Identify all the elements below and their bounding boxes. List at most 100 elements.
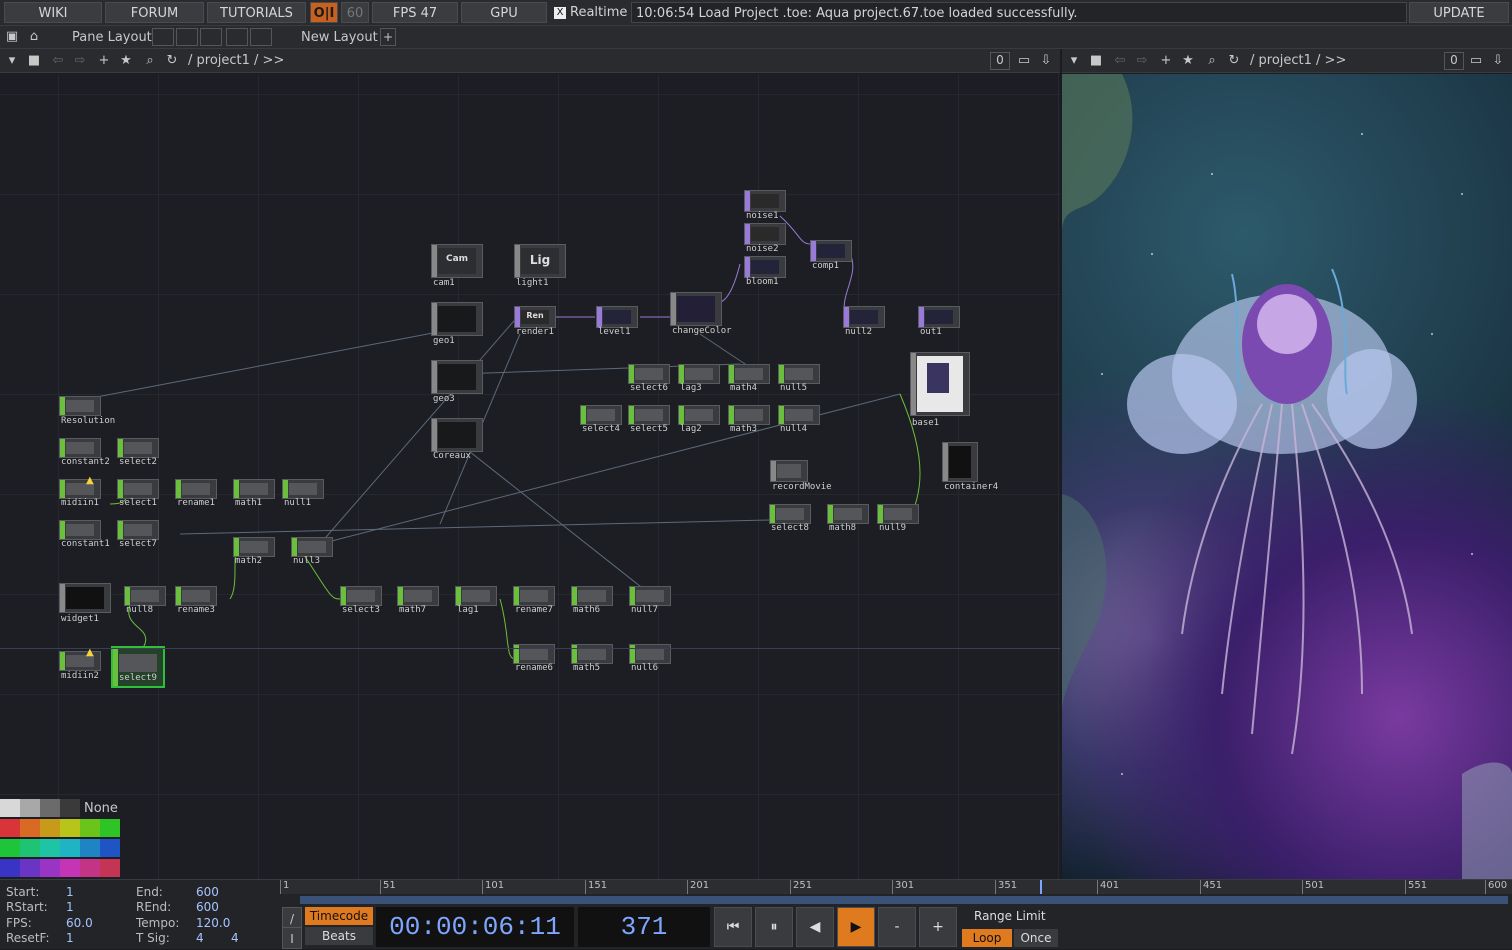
time-display[interactable]: 00:00:06:11 [376, 907, 574, 947]
star-icon[interactable]: ★ [1178, 52, 1198, 70]
lag2-node[interactable] [678, 405, 720, 425]
timecode-toggle[interactable]: Timecode [305, 907, 373, 925]
pause-icon[interactable]: ⏸ [755, 907, 793, 947]
layout-option-2[interactable] [176, 28, 198, 46]
color-swatch[interactable] [40, 799, 60, 817]
null4-node[interactable] [778, 405, 820, 425]
stop-icon[interactable]: ■ [24, 52, 44, 70]
math8-node[interactable] [827, 504, 869, 524]
download-icon[interactable]: ⇩ [1036, 52, 1056, 70]
resolution-node[interactable] [59, 396, 101, 416]
render1-node[interactable]: Ren [514, 306, 556, 328]
start-value[interactable]: 1 [66, 885, 74, 899]
constant2-node[interactable] [59, 438, 101, 458]
add-icon[interactable]: + [1156, 52, 1176, 70]
update-button[interactable]: UPDATE [1409, 2, 1509, 23]
none-label[interactable]: None [84, 801, 118, 816]
forward-icon[interactable]: ⇨ [70, 52, 90, 70]
search-icon[interactable]: ⌕ [140, 52, 160, 70]
color-swatch[interactable] [20, 799, 40, 817]
math1-node[interactable] [233, 479, 275, 499]
rewind-icon[interactable]: ⏮ [714, 907, 752, 947]
color-swatch[interactable] [40, 859, 60, 877]
color-swatch[interactable] [80, 839, 100, 857]
null3-node[interactable] [291, 537, 333, 557]
color-swatch[interactable] [80, 859, 100, 877]
color-swatch[interactable] [0, 799, 20, 817]
bloom1-node[interactable] [744, 256, 786, 278]
resetf-value[interactable]: 1 [66, 931, 74, 945]
null1-node[interactable] [282, 479, 324, 499]
null7-node[interactable] [629, 586, 671, 606]
math3-node[interactable] [728, 405, 770, 425]
oi-toggle[interactable]: O|I [310, 2, 338, 23]
select4-node[interactable] [580, 405, 622, 425]
tsig-denominator[interactable]: 4 [231, 931, 239, 945]
color-swatch[interactable] [20, 839, 40, 857]
tsig-numerator[interactable]: 4 [196, 931, 204, 945]
color-swatch[interactable] [60, 799, 80, 817]
container4-node[interactable] [942, 442, 978, 482]
lag1-node[interactable] [455, 586, 497, 606]
timeline-ruler[interactable]: 1 51 101 151 201 251 301 351 401 451 501… [280, 880, 1512, 894]
null6-node[interactable] [629, 644, 671, 664]
loop-toggle[interactable]: Loop [962, 929, 1012, 947]
step-back-icon[interactable]: ◀ [796, 907, 834, 947]
color-swatch[interactable] [80, 819, 100, 837]
count-field[interactable]: 0 [1444, 52, 1464, 70]
rename6-node[interactable] [513, 644, 555, 664]
rstart-value[interactable]: 1 [66, 900, 74, 914]
beats-toggle[interactable]: Beats [305, 927, 373, 945]
star-icon[interactable]: ★ [116, 52, 136, 70]
select1-node[interactable] [117, 479, 159, 499]
lag3-node[interactable] [678, 364, 720, 384]
layout-option-4[interactable] [226, 28, 248, 46]
recordmovie-node[interactable] [770, 460, 808, 482]
playhead[interactable] [1040, 880, 1042, 894]
comp1-node[interactable] [810, 240, 852, 262]
light1-node[interactable]: Lig [514, 244, 566, 278]
tutorials-button[interactable]: TUTORIALS [207, 2, 306, 23]
rend-value[interactable]: 600 [196, 900, 219, 914]
color-swatch[interactable] [0, 859, 20, 877]
layout-option-1[interactable] [152, 28, 174, 46]
realtime-checkbox[interactable]: X [554, 7, 566, 19]
base1-node[interactable] [910, 352, 970, 416]
null2-node[interactable] [843, 306, 885, 328]
back-icon[interactable]: ⇦ [1110, 52, 1130, 70]
slash-button[interactable]: / [282, 907, 302, 929]
color-swatch[interactable] [40, 819, 60, 837]
null9-node[interactable] [877, 504, 919, 524]
forum-button[interactable]: FORUM [105, 2, 204, 23]
bar-button[interactable]: I [282, 927, 302, 949]
color-swatch[interactable] [100, 819, 120, 837]
out1-node[interactable] [918, 306, 960, 328]
rename3-node[interactable] [175, 586, 217, 606]
changecolor-node[interactable] [670, 292, 722, 326]
gpu-button[interactable]: GPU [461, 2, 547, 23]
end-value[interactable]: 600 [196, 885, 219, 899]
search-icon[interactable]: ⌕ [1202, 52, 1222, 70]
viewer-path[interactable]: / project1 / >> [1250, 53, 1346, 68]
null8-node[interactable] [124, 586, 166, 606]
select6-node[interactable] [628, 364, 670, 384]
level1-node[interactable] [596, 306, 638, 328]
stop-icon[interactable]: ■ [1086, 52, 1106, 70]
widget1-node[interactable] [59, 583, 111, 613]
forward-icon[interactable]: ⇨ [1132, 52, 1152, 70]
menu-down-icon[interactable]: ▾ [1064, 52, 1084, 70]
color-swatch[interactable] [60, 819, 80, 837]
new-layout-button[interactable]: + [380, 28, 396, 46]
math5-node[interactable] [571, 644, 613, 664]
color-swatch[interactable] [60, 839, 80, 857]
add-icon[interactable]: + [94, 52, 114, 70]
increment-button[interactable]: + [919, 907, 957, 947]
fps-cap-field[interactable]: 60 [341, 2, 369, 23]
select3-node[interactable] [340, 586, 382, 606]
color-swatch[interactable] [0, 819, 20, 837]
tempo-value[interactable]: 120.0 [196, 916, 230, 930]
home-icon[interactable]: ⌂ [24, 28, 44, 46]
network-editor[interactable]: Cam cam1 Lig light1 geo1 geo3 Coreaux Re… [0, 74, 1060, 879]
network-path[interactable]: / project1 / >> [188, 53, 284, 68]
color-swatch[interactable] [100, 859, 120, 877]
